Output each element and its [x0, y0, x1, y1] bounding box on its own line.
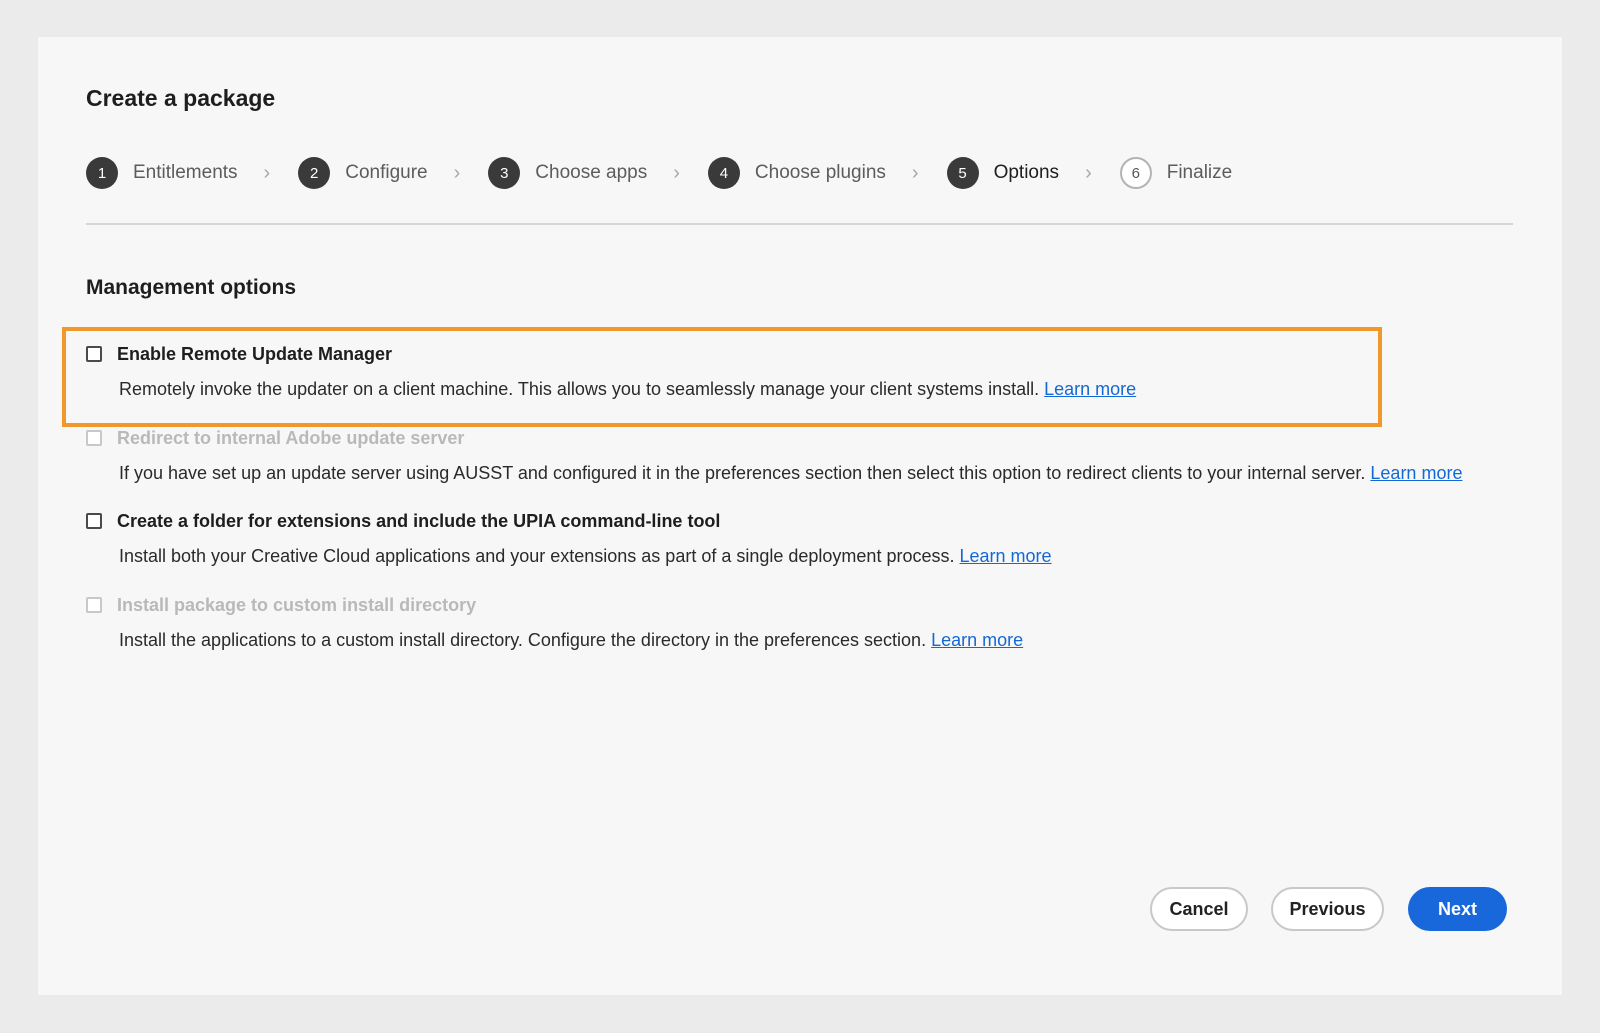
step-number: 4: [707, 157, 740, 189]
description-text: Remotely invoke the updater on a client …: [119, 379, 1040, 399]
description-text: Install the applications to a custom ins…: [119, 630, 927, 650]
remote-update-manager-checkbox[interactable]: [86, 346, 102, 362]
previous-button[interactable]: Previous: [1271, 887, 1384, 931]
learn-more-link[interactable]: Learn more: [931, 630, 1023, 650]
step-number: 2: [298, 157, 331, 189]
dialog-title: Create a package: [86, 85, 276, 111]
chevron-right-icon: ›: [673, 161, 680, 184]
step-label: Configure: [345, 162, 428, 183]
learn-more-link[interactable]: Learn more: [960, 546, 1052, 566]
step-number: 1: [86, 157, 118, 189]
step-label: Choose plugins: [754, 162, 886, 183]
option-description: Install the applications to a custom ins…: [119, 630, 1023, 651]
chevron-right-icon: ›: [911, 161, 919, 184]
cancel-button[interactable]: Cancel: [1150, 887, 1248, 931]
redirect-update-server-checkbox[interactable]: [86, 430, 102, 446]
step-number: 5: [946, 157, 979, 189]
option-custom-install-directory: Install package to custom install direct…: [86, 593, 1023, 651]
custom-install-directory-checkbox[interactable]: [86, 597, 102, 613]
chevron-right-icon: ›: [1085, 161, 1092, 184]
step-number: 3: [488, 157, 521, 189]
create-package-dialog: Create a package 1 Entitlements › 2 Conf…: [38, 37, 1562, 995]
option-label: Create a folder for extensions and inclu…: [117, 510, 721, 531]
extensions-folder-checkbox[interactable]: [86, 513, 102, 529]
description-text: Install both your Creative Cloud applica…: [119, 546, 955, 566]
learn-more-link[interactable]: Learn more: [1044, 379, 1136, 399]
step-choose-plugins[interactable]: 4 Choose plugins: [707, 157, 886, 189]
option-description: If you have set up an update server usin…: [119, 463, 1462, 484]
option-description: Install both your Creative Cloud applica…: [119, 546, 1052, 567]
step-choose-apps[interactable]: 3 Choose apps: [488, 157, 647, 189]
section-title: Management options: [86, 276, 297, 299]
divider: [86, 223, 1513, 225]
step-label: Entitlements: [133, 162, 238, 183]
step-options[interactable]: 5 Options: [946, 157, 1060, 189]
step-label: Choose apps: [535, 162, 648, 183]
option-extensions-folder: Create a folder for extensions and inclu…: [86, 509, 1052, 567]
chevron-right-icon: ›: [263, 161, 271, 184]
next-button[interactable]: Next: [1408, 887, 1507, 931]
step-finalize[interactable]: 6 Finalize: [1119, 157, 1233, 189]
option-description: Remotely invoke the updater on a client …: [119, 379, 1136, 400]
stepper: 1 Entitlements › 2 Configure › 3 Choose …: [86, 155, 1232, 191]
description-text: If you have set up an update server usin…: [119, 463, 1366, 483]
step-label: Finalize: [1166, 162, 1233, 183]
option-label: Install package to custom install direct…: [117, 594, 477, 615]
chevron-right-icon: ›: [453, 161, 461, 184]
option-redirect-update-server: Redirect to internal Adobe update server…: [86, 426, 1462, 484]
step-configure[interactable]: 2 Configure: [298, 157, 428, 189]
option-remote-update-manager: Enable Remote Update Manager Remotely in…: [86, 342, 1136, 400]
step-entitlements[interactable]: 1 Entitlements: [86, 157, 238, 189]
option-label: Enable Remote Update Manager: [117, 343, 393, 364]
option-label: Redirect to internal Adobe update server: [117, 427, 465, 448]
step-label: Options: [993, 162, 1060, 183]
step-number: 6: [1119, 157, 1152, 189]
learn-more-link[interactable]: Learn more: [1370, 463, 1462, 483]
